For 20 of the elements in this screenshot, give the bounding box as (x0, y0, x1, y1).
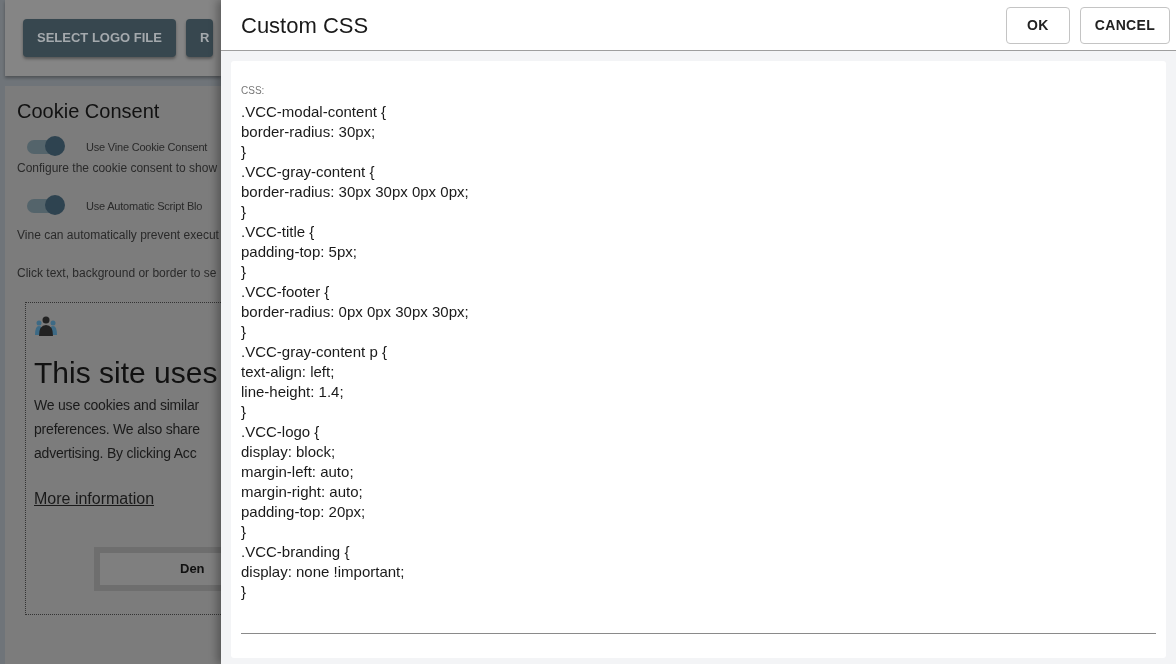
section-title: Cookie Consent (17, 99, 161, 124)
people-icon (34, 315, 58, 337)
hint-text: Click text, background or border to se (17, 265, 218, 282)
dialog-title: Custom CSS (241, 11, 370, 40)
preview-heading: This site uses (34, 355, 219, 391)
css-editor[interactable]: .VCC-modal-content { border-radius: 30px; } .VCC-gray-content { border-radius: 30px 30px 0px 0px; } .VCC-title { padding-top: 5px; } .VCC-footer { border-radius: 0px 0px 30px 30px; } .VCC-gray-content p { text-align: left; line-height: 1.4; } .VCC-logo { display: block; margin-left: auto; margin-right: auto; padding-top: 20px; } .VCC-branding { display: none !important; } (241, 98, 1156, 634)
select-logo-button[interactable]: SELECT LOGO FILE (23, 19, 176, 57)
more-information-link[interactable]: More information (34, 487, 155, 511)
description-text: Vine can automatically prevent execut (17, 227, 220, 244)
deny-button[interactable]: Den (100, 553, 221, 585)
toggle-label: Use Automatic Script Blo (86, 198, 203, 214)
toggle-switch[interactable] (27, 195, 67, 217)
ok-button[interactable]: OK (1005, 6, 1070, 44)
toggle-label: Use Vine Cookie Consent (86, 139, 208, 155)
toggle-switch[interactable] (27, 136, 67, 158)
description-text: Configure the cookie consent to show (17, 160, 219, 177)
field-label: CSS: (241, 84, 266, 98)
preview-text: We use cookies and similar preferences. We also share advertising. By clicking Acc (34, 396, 201, 463)
secondary-button[interactable]: R (185, 19, 214, 57)
cancel-button[interactable]: CANCEL (1079, 6, 1170, 44)
